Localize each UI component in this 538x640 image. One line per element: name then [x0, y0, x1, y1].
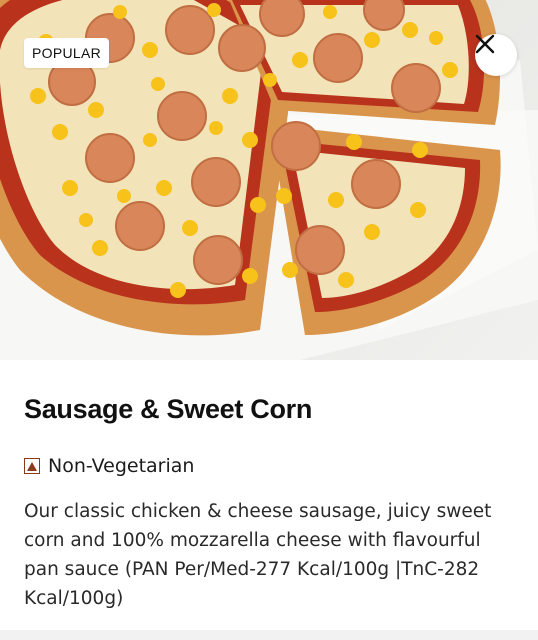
- non-veg-icon: [24, 458, 40, 474]
- diet-indicator: Non-Vegetarian: [24, 455, 514, 477]
- product-image: POPULAR: [0, 0, 538, 360]
- popular-badge: POPULAR: [24, 38, 110, 68]
- close-icon: [475, 34, 495, 54]
- bottom-divider: [0, 630, 538, 640]
- product-title: Sausage & Sweet Corn: [24, 394, 313, 424]
- close-button[interactable]: [475, 34, 517, 76]
- product-description: Our classic chicken & cheese sausage, ju…: [24, 501, 492, 609]
- product-details: Sausage & Sweet Corn Non-Vegetarian Our …: [24, 360, 514, 613]
- diet-label: Non-Vegetarian: [48, 455, 195, 477]
